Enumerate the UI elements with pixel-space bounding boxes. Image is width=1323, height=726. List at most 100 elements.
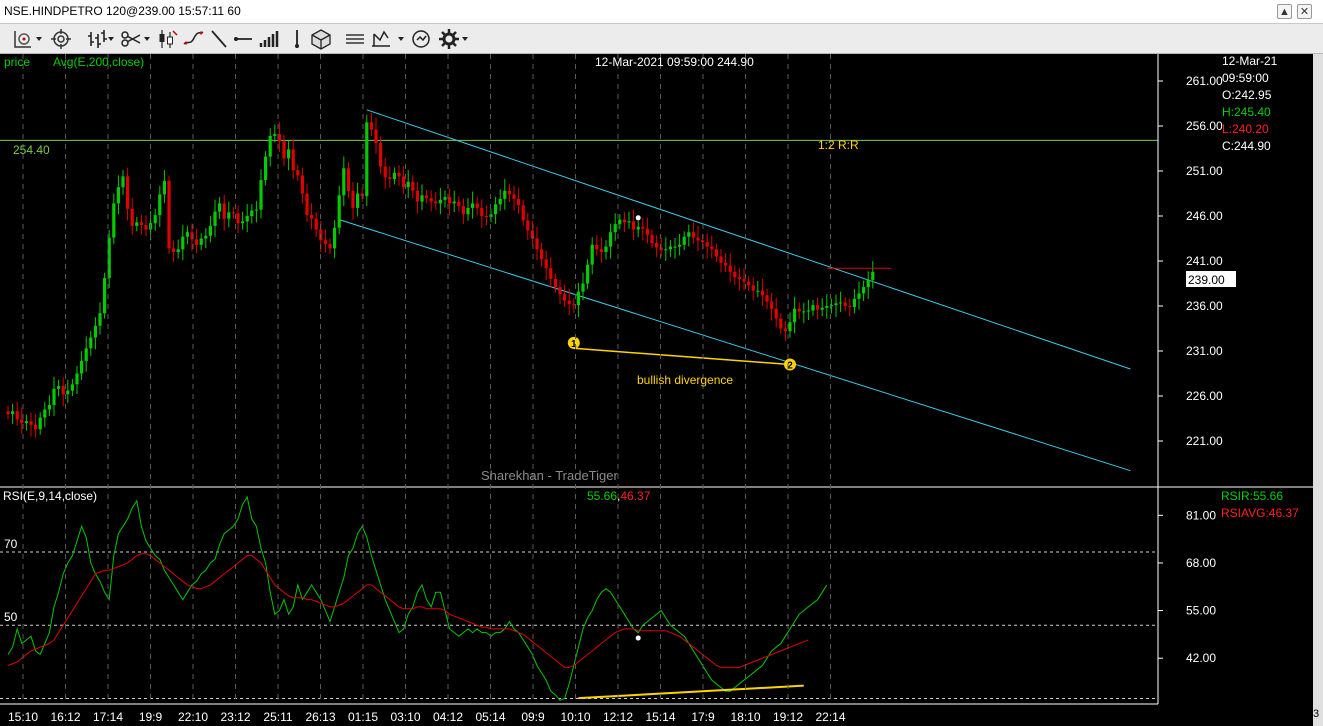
candle-body [613,224,617,233]
x-tick-label: 25:11 [263,710,292,724]
candle-body [512,194,516,199]
candle-body [222,203,226,219]
candle-body [162,180,166,195]
candle-body [305,193,309,216]
price-series-label: price [4,55,30,69]
price-pane[interactable]: 12 [0,109,1158,472]
rsi-readout-value: 55.66 [587,489,617,503]
volume-bars-icon[interactable] [258,28,280,50]
candle-body [618,219,622,225]
candle-body [34,424,38,430]
cursor-readout: 12-Mar-2021 09:59:00 244.90 [595,55,754,69]
scrollbar[interactable] [1313,54,1323,726]
candle-body [806,310,810,312]
candle-body [848,306,852,307]
candle-body [701,240,705,243]
fibonacci-icon[interactable] [370,28,392,50]
candle-body [388,177,392,180]
candle-body [172,248,176,252]
x-tick-label: 01:15 [348,710,378,724]
candle-body [254,209,258,211]
x-tick-label: 10:10 [560,710,590,724]
candle-body [498,198,502,205]
candle-body [103,278,107,314]
x-tick-label: 18:10 [730,710,760,724]
candle-body [365,122,369,197]
candle-body [93,325,97,338]
candle-body [406,181,410,188]
trendline-icon[interactable] [182,28,204,50]
cube-icon[interactable] [310,28,332,50]
x-tick-label: 12:12 [603,710,633,724]
refresh-icon[interactable] [410,28,432,50]
candle-body [567,300,571,305]
candle-body [411,181,415,191]
candle-body [208,225,212,236]
candle-body [415,190,419,202]
candle-body [379,143,383,167]
close-button[interactable]: ✕ [1297,4,1312,19]
candle-body [11,411,15,414]
side-date: 12-Mar-21 [1222,54,1278,68]
price-tick-label: 251.00 [1186,164,1223,178]
candle-body [112,203,116,238]
candle-body [167,180,171,249]
candle-body [231,212,235,214]
candle-body [287,149,291,159]
candle-body [843,302,847,306]
settings-gear-icon[interactable] [438,28,460,50]
rsi-level-label: 50 [4,610,18,624]
maximize-button[interactable]: ▲ [1277,4,1292,19]
x-tick-label: 09:9 [521,710,545,724]
scissors-icon[interactable] [120,28,142,50]
candle-body [135,222,139,226]
rsiavg-readout-value: 46.37 [620,489,650,503]
watermark: Sharekhan - TradeTiger [481,468,618,483]
candle-body [314,218,318,230]
candle-body [126,176,130,209]
rsi-pane[interactable]: 70 50 [0,495,1158,701]
candle-body [770,301,774,309]
candle-body [213,211,217,226]
candle-body [756,290,760,292]
ohlc-bar-icon[interactable] [86,28,108,50]
rsi-tick-label: 55.00 [1186,604,1216,618]
candle-body [581,283,585,292]
parallel-lines-icon[interactable] [344,28,366,50]
line-chart-icon[interactable] [12,28,34,50]
candle-body [38,417,42,430]
candle-body [181,236,185,250]
window-titlebar: NSE.HINDPETRO 120@239.00 15:57:11 60 ▲ ✕ [0,0,1323,24]
candle-body [351,190,355,208]
candle-body [751,285,755,291]
candle-body [788,322,792,332]
candle-body [480,207,484,216]
side-high: H:245.40 [1222,105,1271,119]
diagonal-line-icon[interactable] [208,28,230,50]
candle-body [70,384,74,391]
candle-body [857,293,861,299]
channel-lower-line [339,219,1131,472]
candle-body [668,246,672,250]
candle-body [259,180,263,210]
candle-body [774,308,778,319]
x-tick-label: 05:14 [475,710,505,724]
ema-indicator-label: Avg(E,200,close) [53,55,144,69]
candle-body [144,225,148,230]
candle-body [544,259,548,269]
x-tick-label: 15:10 [8,710,38,724]
candle-body [825,306,829,308]
chart-area[interactable]: 12 70 50 15:10 16:12 17:14 19:9 22:10 23:12 25:… [0,54,1313,726]
candle-body [866,279,870,288]
candle-body [346,168,350,191]
horizontal-line-icon[interactable] [232,28,254,50]
candle-body [333,227,337,249]
candle-body [604,246,608,252]
crosshair-icon[interactable] [50,28,72,50]
candle-icon[interactable] [156,28,178,50]
candle-body [153,215,157,224]
candle-body [724,262,728,266]
candle-body [466,207,470,215]
vertical-line-icon[interactable] [286,28,308,50]
candle-body [558,287,562,295]
